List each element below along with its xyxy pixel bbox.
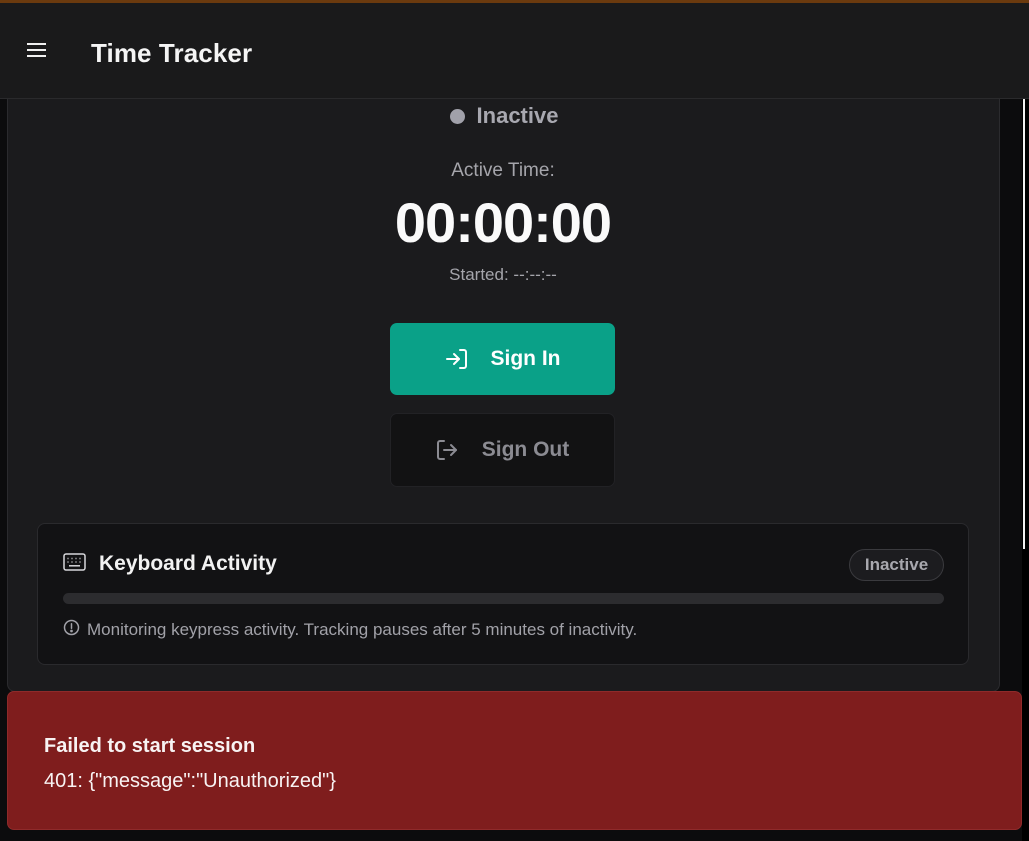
status-dot <box>449 108 465 124</box>
error-toast[interactable]: Failed to start session 401: {"message":… <box>7 691 1022 830</box>
app-header: Time Tracker <box>0 3 1029 99</box>
menu-button[interactable] <box>24 39 50 65</box>
keyboard-activity-header: Keyboard Activity <box>63 552 277 576</box>
started-time: Started: --:--:-- <box>449 265 557 284</box>
session-status: Inactive <box>0 101 1008 131</box>
app-title: Time Tracker <box>91 38 253 68</box>
sign-in-button[interactable]: Sign In <box>390 323 615 395</box>
sign-in-icon <box>445 348 469 370</box>
scrollbar-thumb[interactable] <box>1023 99 1025 549</box>
keyboard-activity-title: Keyboard Activity <box>99 552 277 575</box>
keyboard-activity-note: Monitoring keypress activity. Tracking p… <box>63 619 637 641</box>
keyboard-activity-note-text: Monitoring keypress activity. Tracking p… <box>87 620 638 639</box>
sign-out-button[interactable]: Sign Out <box>390 413 615 487</box>
session-timer: 00:00:00 <box>394 191 612 254</box>
sign-in-label: Sign In <box>490 347 561 370</box>
keyboard-icon <box>63 552 86 576</box>
toast-title: Failed to start session <box>44 735 256 757</box>
status-label: Inactive <box>476 103 559 128</box>
alert-circle-icon <box>63 619 80 641</box>
sign-out-label: Sign Out <box>481 438 570 461</box>
active-time-label: Active Time: <box>451 160 555 181</box>
keyboard-activity-card: Keyboard Activity Inactive Monitoring ke… <box>37 523 969 665</box>
hamburger-menu-icon <box>27 42 47 63</box>
toast-message: 401: {"message":"Unauthorized"} <box>44 770 336 792</box>
status-badge: Inactive <box>849 549 944 581</box>
sign-out-icon <box>436 439 460 461</box>
activity-progress-bar <box>63 593 944 604</box>
